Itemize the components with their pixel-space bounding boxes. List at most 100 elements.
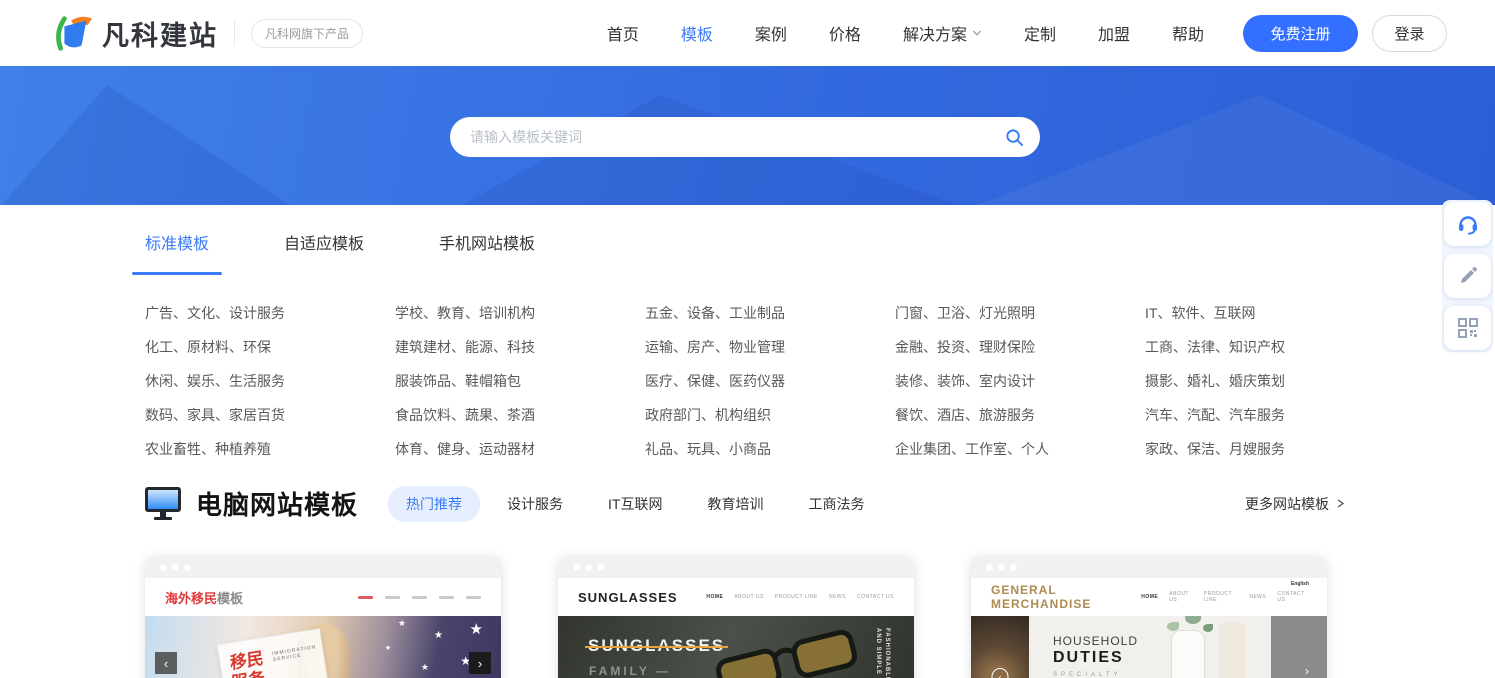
tab-adaptive-templates[interactable]: 自适应模板 [284, 230, 364, 275]
qr-code-button[interactable] [1444, 306, 1491, 350]
category-link[interactable]: 门窗、卫浴、灯光照明 [895, 296, 1145, 330]
carousel-next-button[interactable]: › [1305, 664, 1309, 678]
template-search-bar [450, 117, 1040, 157]
mini-hero-immigration: 移民服务 IMMIGRATION SERVICE ★ ★ ★ ★ ★ ★ ★ ★… [145, 616, 501, 678]
mini-nav-item [358, 596, 373, 599]
floating-toolbar [1442, 200, 1493, 352]
category-link[interactable]: 礼品、玩具、小商品 [645, 432, 895, 466]
category-link[interactable]: 学校、教育、培训机构 [395, 296, 645, 330]
flag-star: ★ [470, 620, 483, 638]
search-input[interactable] [470, 129, 1005, 145]
nav-item-solutions[interactable]: 解决方案 [882, 0, 1003, 66]
filter-legal[interactable]: 工商法务 [790, 486, 882, 522]
logo[interactable]: 凡科建站 [52, 12, 218, 54]
mini-site-header: GENERAL MERCHANDISE English HOME ABOUT U… [971, 578, 1327, 616]
vase-shape [1171, 630, 1205, 678]
category-link[interactable]: 服装饰品、鞋帽箱包 [395, 364, 645, 398]
mini-nav-item [385, 596, 400, 599]
immigration-hero-title: 移民服务 [230, 648, 268, 678]
browser-dot [998, 564, 1005, 571]
merchandise-hero-center: HOUSEHOLD DUTIES SPECIALTY [1029, 616, 1271, 678]
template-card-sunglasses[interactable]: SUNGLASSES HOME ABOUT US PRODUCT LINE NE… [558, 556, 914, 678]
template-card-merchandise[interactable]: GENERAL MERCHANDISE English HOME ABOUT U… [971, 556, 1327, 678]
category-link[interactable]: 运输、房产、物业管理 [645, 330, 895, 364]
category-link[interactable]: 建筑建材、能源、科技 [395, 330, 645, 364]
category-link[interactable]: 化工、原材料、环保 [145, 330, 395, 364]
category-link[interactable]: 餐饮、酒店、旅游服务 [895, 398, 1145, 432]
filter-hot-recommend[interactable]: 热门推荐 [388, 486, 480, 522]
mini-site-header: SUNGLASSES HOME ABOUT US PRODUCT LINE NE… [558, 578, 914, 616]
customer-service-button[interactable] [1444, 202, 1491, 246]
template-card-immigration[interactable]: 海外移民模板 移民服务 IMMIGRATION SERVICE ★ ★ [145, 556, 501, 678]
nav-item-help[interactable]: 帮助 [1151, 0, 1225, 66]
filter-it-internet[interactable]: IT互联网 [590, 486, 680, 522]
nav-item-templates[interactable]: 模板 [660, 0, 734, 66]
category-link[interactable]: 农业畜牲、种植养殖 [145, 432, 395, 466]
category-link[interactable]: 摄影、婚礼、婚庆策划 [1145, 364, 1395, 398]
merch-hero-line1: HOUSEHOLD [1053, 634, 1138, 648]
filter-design-service[interactable]: 设计服务 [489, 486, 581, 522]
search-icon[interactable] [1005, 128, 1024, 147]
mini-nav-item [466, 596, 481, 599]
category-link[interactable]: 工商、法律、知识产权 [1145, 330, 1395, 364]
template-type-tabs: 标准模板 自适应模板 手机网站模板 [145, 230, 535, 275]
category-link[interactable]: 体育、健身、运动器材 [395, 432, 645, 466]
section-title: 电脑网站模板 [196, 485, 358, 522]
template-card-row: 海外移民模板 移民服务 IMMIGRATION SERVICE ★ ★ [145, 556, 1327, 678]
mini-nav-item: CONTACT US [1277, 591, 1307, 603]
category-link[interactable]: 家政、保洁、月嫂服务 [1145, 432, 1395, 466]
mini-nav-item: CONTACT US [857, 594, 894, 600]
side-gray-panel: › [1271, 616, 1327, 678]
more-templates-link[interactable]: 更多网站模板 [1245, 494, 1345, 514]
mini-site-logo: GENERAL MERCHANDISE [991, 583, 1141, 611]
register-button[interactable]: 免费注册 [1243, 15, 1358, 52]
mini-site-logo: SUNGLASSES [578, 590, 678, 605]
category-link[interactable]: 五金、设备、工业制品 [645, 296, 895, 330]
chevron-down-icon [972, 28, 982, 38]
flag-star: ★ [434, 630, 443, 641]
mini-nav-item [439, 596, 454, 599]
category-link[interactable]: 食品饮料、蔬果、茶酒 [395, 398, 645, 432]
pencil-icon [1457, 265, 1479, 287]
category-link[interactable]: IT、软件、互联网 [1145, 296, 1395, 330]
mini-nav-item [412, 596, 427, 599]
mini-nav-item: NEWS [1249, 594, 1266, 600]
nav-item-cases[interactable]: 案例 [734, 0, 808, 66]
carousel-prev-button[interactable]: ‹ [992, 668, 1009, 678]
carousel-next-button[interactable]: › [469, 652, 491, 674]
brand-badge: 凡科网旗下产品 [251, 19, 363, 48]
merch-hero-line2: DUTIES [1053, 649, 1124, 667]
mini-nav-item: PRODUCT LINE [775, 594, 818, 600]
mini-site-header: 海外移民模板 [145, 578, 501, 616]
nav-item-affiliate[interactable]: 加盟 [1077, 0, 1151, 66]
headset-icon [1456, 212, 1480, 236]
carousel-prev-button[interactable]: ‹ [155, 652, 177, 674]
category-link[interactable]: 医疗、保健、医药仪器 [645, 364, 895, 398]
mini-nav-item: NEWS [829, 594, 846, 600]
category-link[interactable]: 数码、家具、家居百货 [145, 398, 395, 432]
mini-hero-merchandise: ‹ HOUSEHOLD DUTIES SPECIALTY › [971, 616, 1327, 678]
category-link[interactable]: 汽车、汽配、汽车服务 [1145, 398, 1395, 432]
category-link[interactable]: 金融、投资、理财保险 [895, 330, 1145, 364]
feedback-button[interactable] [1444, 254, 1491, 298]
filter-education[interactable]: 教育培训 [689, 486, 781, 522]
mini-nav: HOME ABOUT US PRODUCT LINE NEWS CONTACT … [706, 594, 894, 600]
flag-star: ★ [421, 662, 429, 673]
category-link[interactable]: 装修、装饰、室内设计 [895, 364, 1145, 398]
vertical-tagline: AND SIMPLE FASHIONABLE [875, 628, 890, 678]
category-link[interactable]: 广告、文化、设计服务 [145, 296, 395, 330]
category-link[interactable]: 企业集团、工作室、个人 [895, 432, 1145, 466]
browser-dot [585, 564, 592, 571]
category-link[interactable]: 休闲、娱乐、生活服务 [145, 364, 395, 398]
tab-mobile-templates[interactable]: 手机网站模板 [439, 230, 535, 275]
category-link[interactable]: 政府部门、机构组织 [645, 398, 895, 432]
login-button[interactable]: 登录 [1372, 15, 1447, 52]
browser-dot [160, 564, 167, 571]
filter-pills: 热门推荐 设计服务 IT互联网 教育培训 工商法务 [388, 486, 882, 522]
language-switch: English [1291, 581, 1309, 587]
tab-standard-templates[interactable]: 标准模板 [145, 230, 209, 275]
nav-item-custom[interactable]: 定制 [1003, 0, 1077, 66]
nav-item-pricing[interactable]: 价格 [808, 0, 882, 66]
nav-item-home[interactable]: 首页 [586, 0, 660, 66]
bottle-shape [1219, 622, 1245, 678]
